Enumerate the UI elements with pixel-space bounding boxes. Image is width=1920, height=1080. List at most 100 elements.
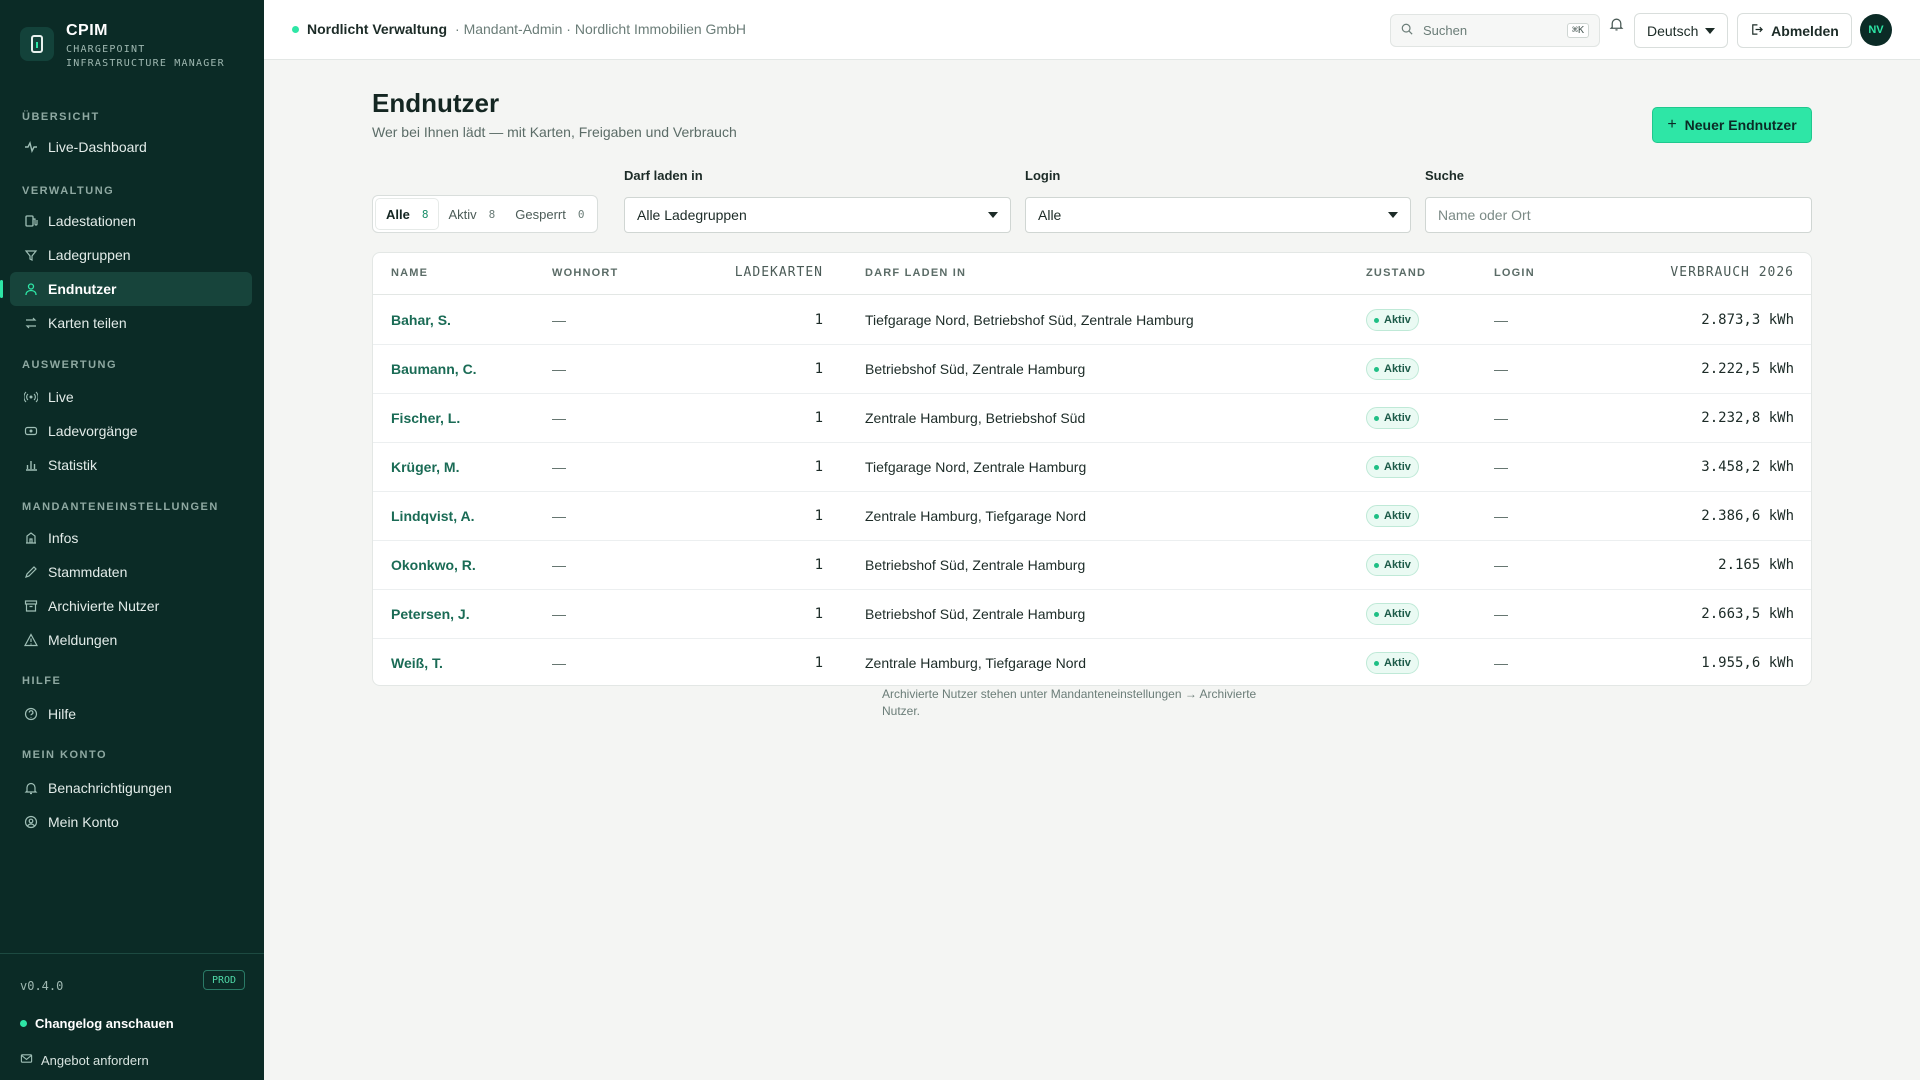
sidebar-item-statistik[interactable]: Statistik <box>10 448 252 482</box>
wohnort-cell: — <box>552 557 566 573</box>
sidebar-item-label: Archivierte Nutzer <box>48 598 160 614</box>
sidebar-item-live[interactable]: Live <box>10 380 252 414</box>
tab-gesperrt[interactable]: Gesperrt 0 <box>505 199 594 229</box>
tab-aktiv[interactable]: Aktiv 8 <box>438 199 505 229</box>
sidebar-item-karten-teilen[interactable]: Karten teilen <box>10 306 252 340</box>
tab-label: Aktiv <box>448 206 477 222</box>
sidebar-item-endnutzer[interactable]: Endnutzer <box>0 272 252 306</box>
ladekarten-cell: 1 <box>814 508 823 524</box>
table-row[interactable]: Petersen, J. — 1 Betriebshof Süd, Zentrale … <box>373 590 1811 639</box>
page-subtitle: Wer bei Ihnen lädt — mit Karten, Freigab… <box>372 124 737 140</box>
search-input[interactable] <box>1425 197 1812 233</box>
sidebar-item-label: Ladevorgänge <box>48 423 138 439</box>
sidebar-item-label: Stammdaten <box>48 564 128 580</box>
table-row[interactable]: Lindqvist, A. — 1 Zentrale Hamburg, Tiefgar… <box>373 492 1811 541</box>
status-badge: Aktiv <box>1366 652 1419 674</box>
sidebar-footer: v0.4.0 PROD Changelog anschauen Angebot … <box>0 953 264 1068</box>
sidebar-item-live-dashboard[interactable]: Live-Dashboard <box>10 130 252 164</box>
chevron-down-icon <box>988 212 998 218</box>
table-row[interactable]: Krüger, M. — 1 Tiefgarage Nord, Zentrale Ha… <box>373 443 1811 492</box>
changelog-link[interactable]: Changelog anschauen <box>20 1016 174 1031</box>
verbrauch-cell: 2.663,5 kWh <box>1701 606 1794 622</box>
login-cell: — <box>1494 655 1508 671</box>
status-dot-icon <box>1374 513 1379 519</box>
sidebar-item-label: Infos <box>48 530 79 546</box>
enduser-name-link[interactable]: Krüger, M. <box>391 459 459 475</box>
sidebar-item-ladestationen[interactable]: Ladestationen <box>10 204 252 238</box>
notifications-bell-icon[interactable] <box>1609 16 1624 36</box>
enduser-name-link[interactable]: Weiß, T. <box>391 655 443 671</box>
environment-badge: PROD <box>203 970 245 990</box>
sidebar-item-label: Hilfe <box>48 706 77 722</box>
column-header-verbrauch[interactable]: VERBRAUCH 2026 <box>1670 265 1794 280</box>
global-search-input[interactable]: Suchen ⌘K <box>1390 14 1600 47</box>
nav-section-mandanteneinstellungen: MANDANTENEINSTELLUNGEN <box>22 501 219 513</box>
enduser-name-link[interactable]: Bahar, S. <box>391 312 451 328</box>
column-header-darf-laden-in[interactable]: DARF LADEN IN <box>865 267 966 279</box>
enduser-name-link[interactable]: Baumann, C. <box>391 361 477 377</box>
status-dot-icon <box>20 1020 27 1027</box>
global-search-placeholder: Suchen <box>1423 23 1468 38</box>
plus-icon: + <box>1667 116 1677 133</box>
column-header-name[interactable]: NAME <box>391 267 428 279</box>
group-filter-select[interactable]: Alle Ladegruppen <box>624 197 1011 233</box>
sidebar-item-infos[interactable]: Infos <box>10 521 252 555</box>
sidebar-item-archivierte-nutzer[interactable]: Archivierte Nutzer <box>10 589 252 623</box>
enduser-name-link[interactable]: Fischer, L. <box>391 410 460 426</box>
sidebar-item-stammdaten[interactable]: Stammdaten <box>10 555 252 589</box>
help-icon <box>24 707 38 721</box>
sidebar-item-hilfe[interactable]: Hilfe <box>10 697 252 731</box>
status-dot-icon <box>1374 464 1379 470</box>
column-header-ladekarten[interactable]: LADEKARTEN <box>735 265 823 280</box>
sidebar-item-ladevorgaenge[interactable]: Ladevorgänge <box>10 414 252 448</box>
table-row[interactable]: Weiß, T. — 1 Zentrale Hamburg, Tiefgarage N… <box>373 639 1811 685</box>
darf-laden-in-cell: Zentrale Hamburg, Tiefgarage Nord <box>865 655 1086 671</box>
bar-chart-icon <box>24 458 38 472</box>
login-filter-select[interactable]: Alle <box>1025 197 1411 233</box>
search-shortcut: ⌘K <box>1566 23 1589 38</box>
nav-section-mein-konto: MEIN KONTO <box>22 749 108 761</box>
offer-link[interactable]: Angebot anfordern <box>20 1052 149 1068</box>
group-filter-value: Alle Ladegruppen <box>637 207 747 223</box>
warning-icon <box>24 633 38 647</box>
brand[interactable]: CPIM CHARGEPOINT INFRASTRUCTURE MANAGER <box>20 20 236 71</box>
tab-count: 8 <box>488 207 496 221</box>
charging-station-icon <box>24 214 38 228</box>
broadcast-icon <box>24 390 38 404</box>
table-row[interactable]: Baumann, C. — 1 Betriebshof Süd, Zentrale H… <box>373 345 1811 394</box>
enduser-name-link[interactable]: Okonkwo, R. <box>391 557 476 573</box>
sidebar-item-meldungen[interactable]: Meldungen <box>10 623 252 657</box>
ladekarten-cell: 1 <box>814 655 823 671</box>
sidebar-item-label: Benachrichtigungen <box>48 780 172 796</box>
user-icon <box>24 282 38 296</box>
status-label: Aktiv <box>1384 608 1411 620</box>
status-label: Aktiv <box>1384 657 1411 669</box>
column-header-login[interactable]: LOGIN <box>1494 267 1535 279</box>
sidebar-item-mein-konto[interactable]: Mein Konto <box>10 805 252 839</box>
ladekarten-cell: 1 <box>814 410 823 426</box>
column-header-zustand[interactable]: ZUSTAND <box>1366 267 1426 279</box>
enduser-name-link[interactable]: Petersen, J. <box>391 606 470 622</box>
table-row[interactable]: Bahar, S. — 1 Tiefgarage Nord, Betriebshof … <box>373 296 1811 345</box>
avatar[interactable]: NV <box>1860 14 1892 46</box>
enduser-name-link[interactable]: Lindqvist, A. <box>391 508 474 524</box>
ladekarten-cell: 1 <box>814 459 823 475</box>
search-icon <box>1401 23 1413 38</box>
new-enduser-button[interactable]: + Neuer Endnutzer <box>1652 107 1812 143</box>
status-badge: Aktiv <box>1366 505 1419 527</box>
sidebar-item-benachrichtigungen[interactable]: Benachrichtigungen <box>10 771 252 805</box>
verbrauch-cell: 2.165 kWh <box>1718 557 1794 573</box>
sidebar-item-ladegruppen[interactable]: Ladegruppen <box>10 238 252 272</box>
page-title: Endnutzer <box>372 88 500 118</box>
session-icon <box>24 424 38 438</box>
tab-alle[interactable]: Alle 8 <box>376 199 439 229</box>
language-select[interactable]: Deutsch <box>1634 13 1728 48</box>
table-row[interactable]: Fischer, L. — 1 Zentrale Hamburg, Betriebsh… <box>373 394 1811 443</box>
table-row[interactable]: Okonkwo, R. — 1 Betriebshof Süd, Zentrale H… <box>373 541 1811 590</box>
column-header-wohnort[interactable]: WOHNORT <box>552 267 618 279</box>
logout-button[interactable]: Abmelden <box>1737 13 1852 48</box>
darf-laden-in-cell: Betriebshof Süd, Zentrale Hamburg <box>865 557 1086 573</box>
login-cell: — <box>1494 459 1508 475</box>
status-label: Aktiv <box>1384 412 1411 424</box>
sidebar-item-label: Meldungen <box>48 632 118 648</box>
